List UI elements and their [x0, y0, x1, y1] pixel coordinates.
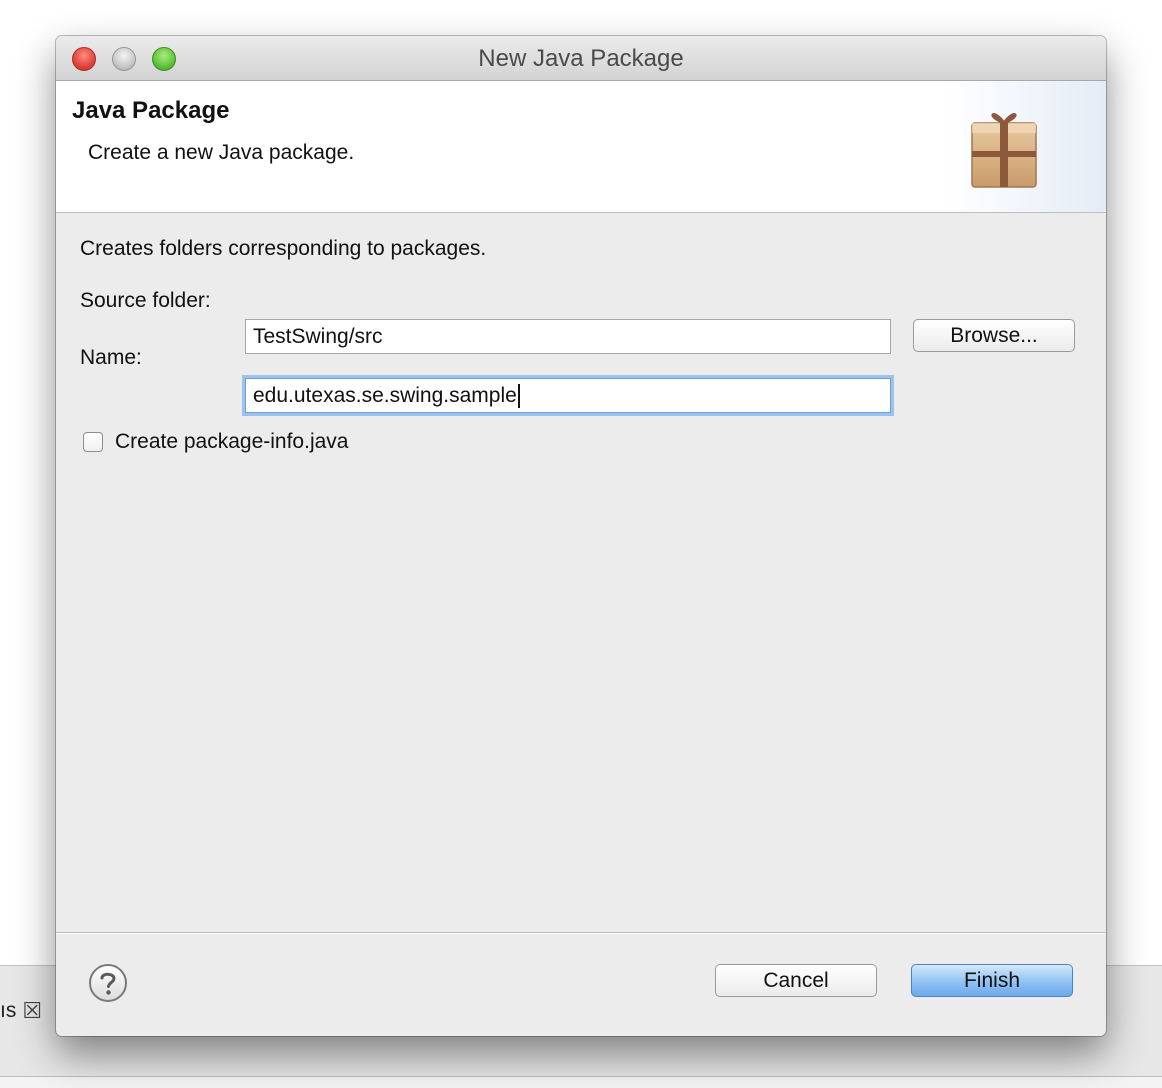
browse-button[interactable]: Browse... — [913, 319, 1075, 352]
close-icon[interactable]: ☒ — [22, 998, 42, 1024]
title-bar[interactable]: New Java Package — [56, 36, 1106, 81]
package-name-value: edu.utexas.se.swing.sample — [253, 384, 517, 407]
button-bar: Cancel Finish — [56, 932, 1106, 1036]
help-icon[interactable] — [88, 963, 128, 1003]
package-info-option[interactable]: Create package-info.java — [83, 430, 348, 454]
wizard-header: Java Package Create a new Java package. — [56, 81, 1106, 213]
package-info-checkbox[interactable] — [83, 432, 103, 452]
text-caret — [517, 384, 520, 409]
source-folder-label: Source folder: — [80, 289, 211, 312]
ide-background-tab-label: ıs — [0, 999, 17, 1022]
source-folder-value: TestSwing/src — [253, 325, 383, 348]
wizard-subtitle: Create a new Java package. — [88, 141, 355, 164]
finish-button[interactable]: Finish — [911, 964, 1073, 997]
wizard-body: Creates folders corresponding to package… — [56, 213, 1106, 932]
cancel-button[interactable]: Cancel — [715, 964, 877, 997]
window-title: New Java Package — [478, 45, 684, 72]
package-info-label[interactable]: Create package-info.java — [115, 430, 348, 454]
new-java-package-dialog: New Java Package Java Package Create a n… — [56, 36, 1106, 1036]
package-name-input[interactable]: edu.utexas.se.swing.sample — [245, 378, 891, 413]
source-folder-input[interactable]: TestSwing/src — [245, 319, 891, 354]
page-description: Creates folders corresponding to package… — [80, 237, 487, 260]
wizard-title: Java Package — [72, 97, 230, 124]
name-label: Name: — [80, 346, 142, 369]
package-icon — [971, 113, 1037, 188]
ide-background-tab[interactable]: ıs ☒ — [0, 998, 42, 1024]
ide-status-strip — [0, 1076, 1162, 1088]
